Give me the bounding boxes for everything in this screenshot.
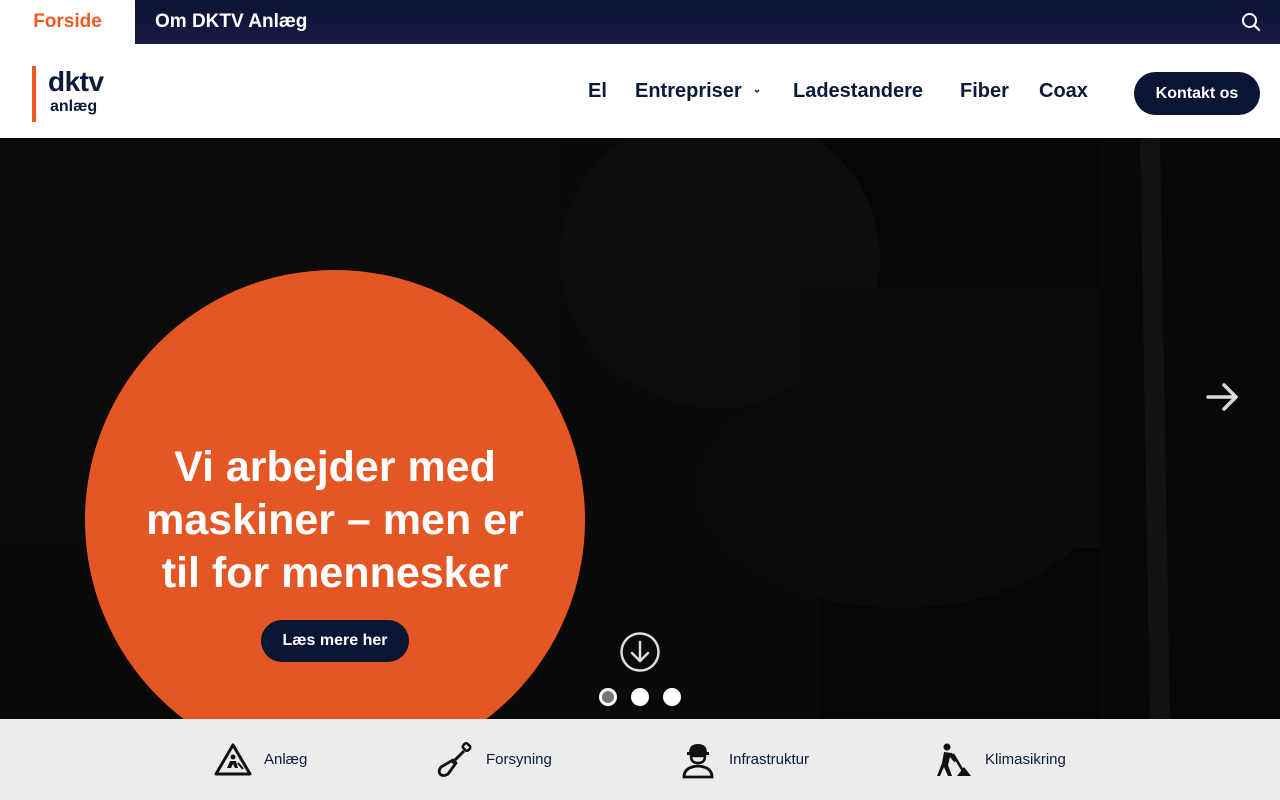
hero-slider: Vi arbejder med maskiner – men er til fo… [0,138,1280,719]
nav-item-coax[interactable]: Coax [1039,44,1088,138]
nav-item-fiber[interactable]: Fiber [960,44,1009,138]
read-more-button[interactable]: Læs mere her [261,620,409,662]
category-klimasikring[interactable]: Klimasikring [935,719,1066,800]
worker-icon [682,743,714,778]
slider-dot-2[interactable] [631,688,649,706]
dktv-logo[interactable]: dktv anlæg [32,66,142,122]
shovel-icon [437,741,472,777]
slider-dots [599,688,681,706]
slider-dot-1[interactable] [599,688,617,706]
scroll-down-icon[interactable] [619,631,661,673]
category-forsyning[interactable]: Forsyning [436,719,552,800]
top-bar: Forside Om DKTV Anlæg [0,0,1280,44]
arrow-right-icon[interactable] [1204,378,1242,416]
category-label: Anlæg [264,751,308,768]
category-bar: Anlæg Forsyning Infrastruktur Klimasikri… [0,719,1280,800]
nav-item-el[interactable]: El [588,44,607,138]
hero-title: Vi arbejder med maskiner – men er til fo… [146,443,524,597]
search-icon[interactable] [1240,11,1262,33]
top-tab-forside[interactable]: Forside [0,0,135,44]
category-label: Infrastruktur [729,751,810,768]
category-label: Klimasikring [985,751,1066,768]
chevron-down-icon [754,89,760,94]
nav-item-label: Ladestandere [793,79,924,102]
road-work-icon [214,743,252,775]
logo-subtitle: anlæg [50,98,98,115]
nav-item-label: Entrepriser [635,79,742,102]
category-anlaeg[interactable]: Anlæg [214,719,307,800]
nav-item-entrepriser[interactable]: Entrepriser [635,44,762,138]
top-tab-om-dktv-anlaeg[interactable]: Om DKTV Anlæg [155,0,307,44]
logo-accent-bar [32,66,36,122]
nav-item-label: Fiber [960,79,1009,102]
digging-worker-icon [937,743,971,776]
category-infrastruktur[interactable]: Infrastruktur [679,719,809,800]
nav-item-ladestandere[interactable]: Ladestandere [793,44,923,138]
category-label: Forsyning [486,751,552,768]
nav-item-label: Coax [1039,79,1088,102]
logo-wordmark: dktv [48,66,104,97]
main-header: dktv anlæg El Entrepriser Ladestandere F… [0,44,1280,138]
slider-dot-3[interactable] [663,688,681,706]
contact-button[interactable]: Kontakt os [1134,72,1260,115]
nav-item-label: El [588,79,607,102]
